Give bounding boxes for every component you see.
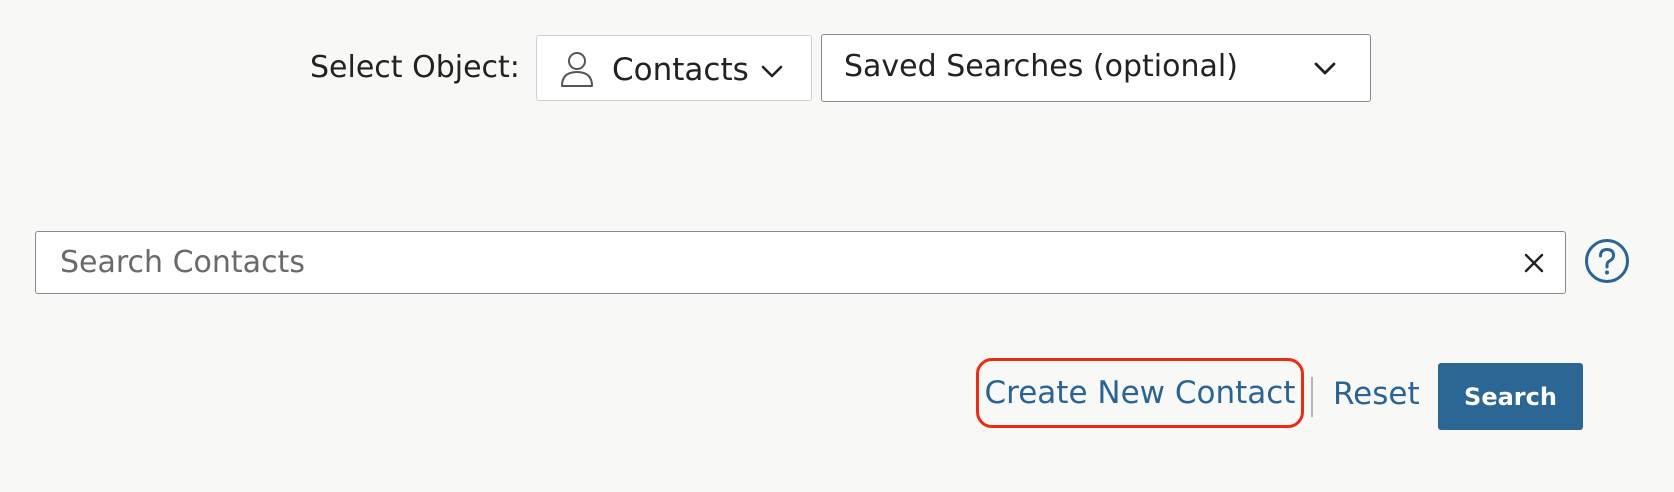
person-icon (561, 52, 593, 87)
help-circle-icon[interactable] (1584, 238, 1630, 284)
create-new-contact-link[interactable]: Create New Contact (976, 358, 1304, 428)
reset-link[interactable]: Reset (1333, 374, 1420, 414)
search-field (35, 231, 1566, 294)
close-icon[interactable] (1522, 251, 1546, 275)
chevron-down-icon (1314, 62, 1336, 75)
search-button[interactable]: Search (1438, 363, 1583, 430)
saved-searches-dropdown[interactable]: Saved Searches (optional) (821, 34, 1371, 102)
chevron-down-icon (761, 65, 783, 78)
action-divider (1311, 377, 1313, 417)
object-selector-dropdown[interactable]: Contacts (536, 35, 812, 101)
select-object-label: Select Object: (310, 50, 520, 85)
search-input[interactable] (60, 240, 1480, 284)
saved-searches-value: Saved Searches (optional) (844, 49, 1238, 84)
object-selector-value: Contacts (612, 52, 749, 88)
contact-search-page: Select Object: Contacts Saved Searches (… (0, 0, 1674, 492)
